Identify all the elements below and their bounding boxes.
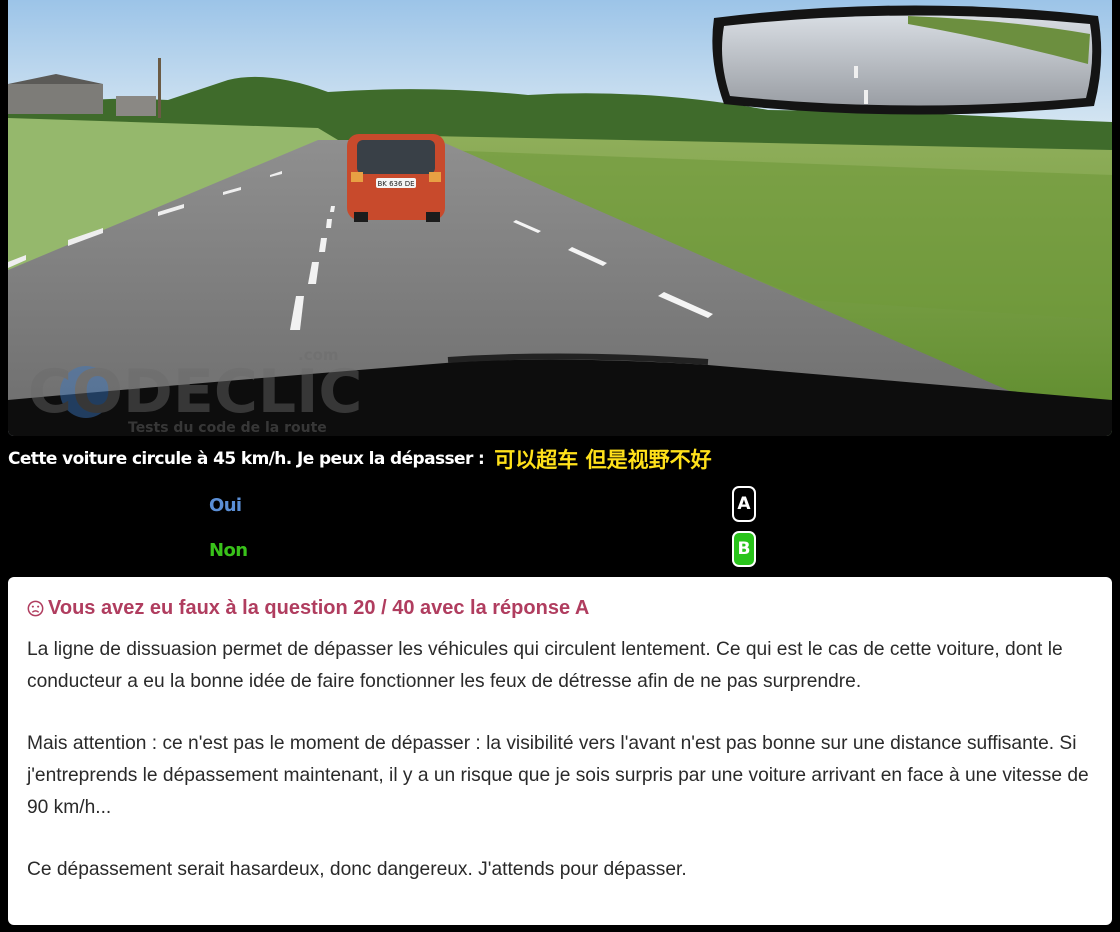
- question-row: Cette voiture circule à 45 km/h. Je peux…: [8, 444, 712, 474]
- answer-key-b[interactable]: B: [732, 531, 756, 567]
- svg-text:CODECLIC: CODECLIC: [28, 357, 362, 427]
- explanation-paragraph-1: La ligne de dissuasion permet de dépasse…: [27, 639, 1063, 692]
- question-text: Cette voiture circule à 45 km/h. Je peux…: [8, 449, 485, 469]
- answer-non[interactable]: Non: [209, 531, 248, 569]
- road-scene-photo: BK 636 DE CODECLIC .com Tests du code de…: [8, 0, 1112, 436]
- car-ahead: BK 636 DE: [347, 134, 445, 222]
- rear-view-mirror: [712, 5, 1102, 115]
- svg-text:Tests du code de la route: Tests du code de la route: [128, 420, 327, 436]
- answer-key-a[interactable]: A: [732, 486, 756, 522]
- svg-text:.com: .com: [298, 346, 339, 364]
- result-title: Vous avez eu faux à la question 20 / 40 …: [48, 597, 590, 619]
- codeclic-watermark: CODECLIC .com Tests du code de la route: [28, 346, 362, 436]
- answer-oui[interactable]: Oui: [209, 486, 242, 524]
- question-annotation: 可以超车 但是视野不好: [494, 448, 712, 472]
- license-plate: BK 636 DE: [377, 180, 414, 188]
- result-title-row: Vous avez eu faux à la question 20 / 40 …: [27, 597, 1094, 620]
- result-panel: Vous avez eu faux à la question 20 / 40 …: [8, 577, 1112, 925]
- explanation-paragraph-2: Mais attention : ce n'est pas le moment …: [27, 733, 1089, 818]
- sad-face-icon: [27, 600, 44, 617]
- explanation-paragraph-3: Ce dépassement serait hasardeux, donc da…: [27, 859, 687, 880]
